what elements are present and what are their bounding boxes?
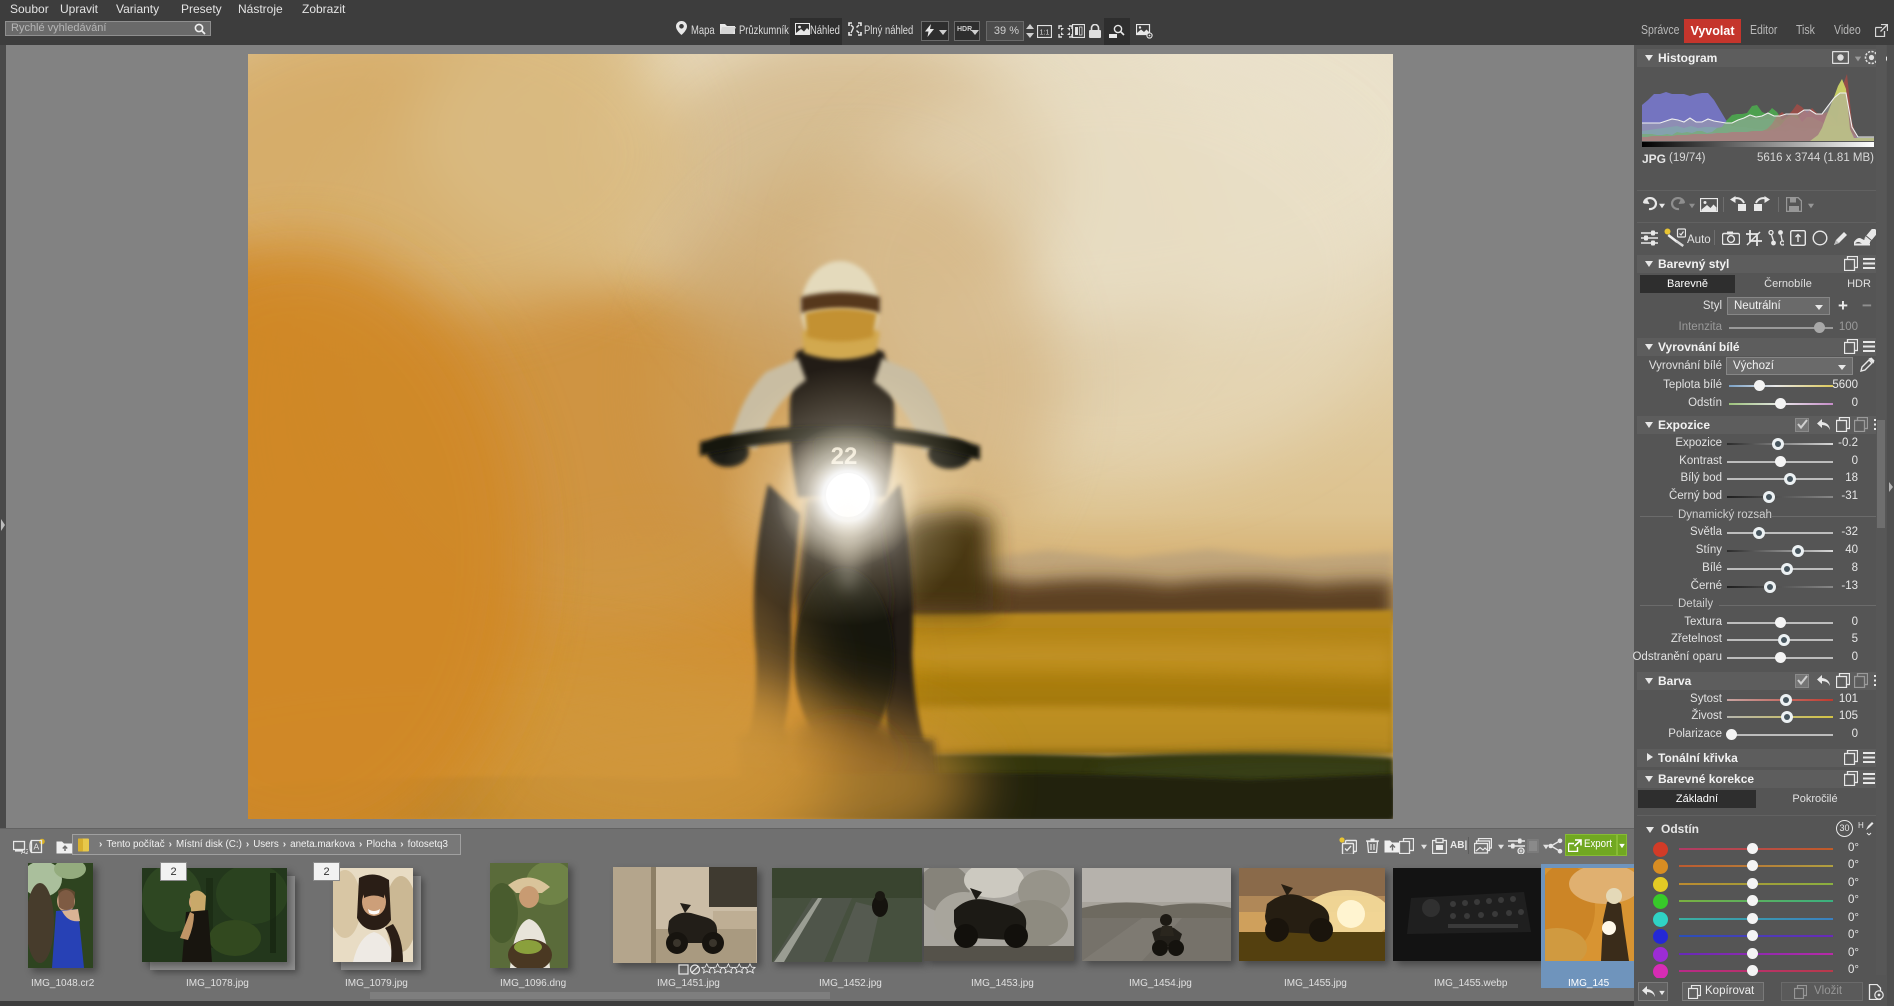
svg-text:1:1: 1:1 [1040,30,1050,37]
svg-text:AZ: AZ [21,849,28,854]
svg-text:H: H [1858,821,1864,830]
svg-text:A: A [34,842,40,852]
